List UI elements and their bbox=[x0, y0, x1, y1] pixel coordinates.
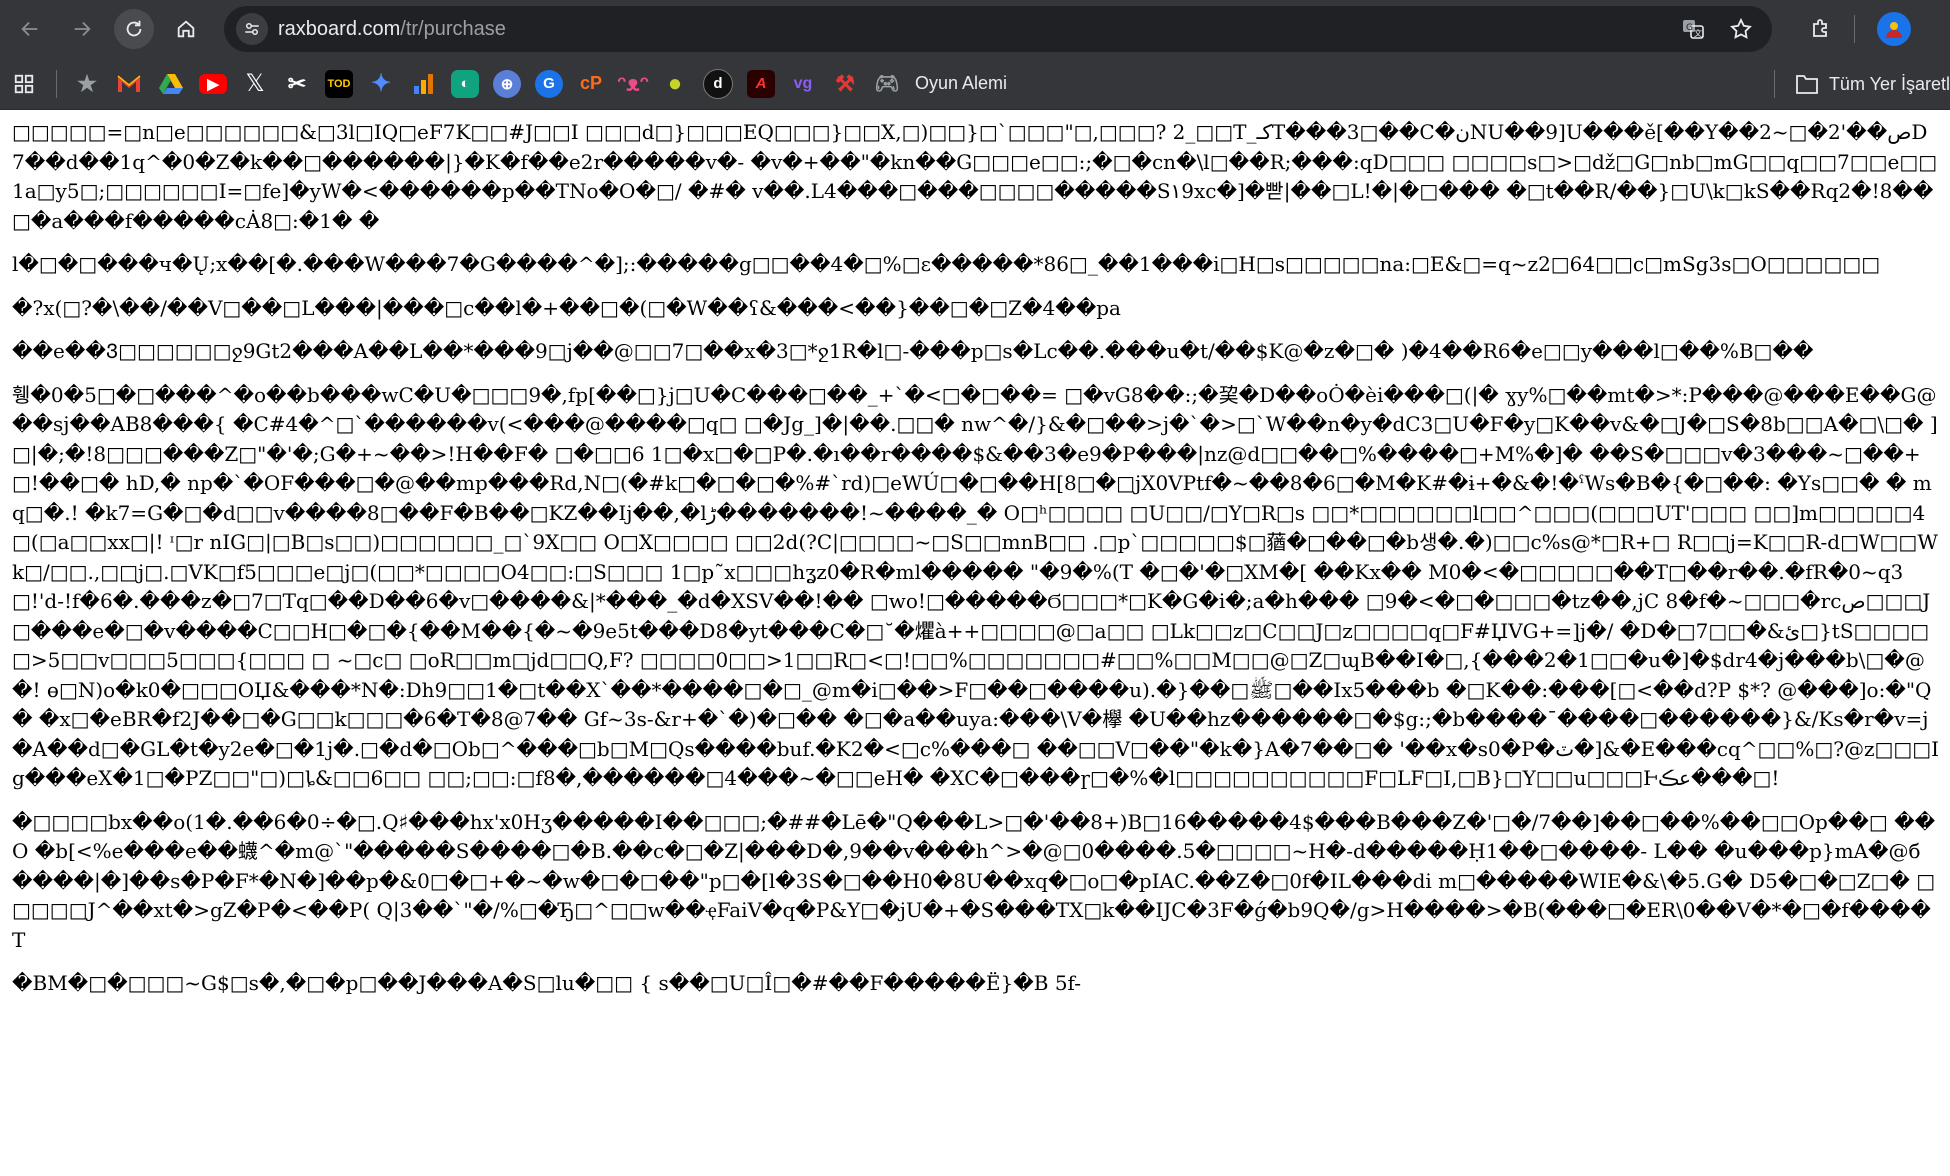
browser-chrome: raxboard.com/tr/purchase G文 ★ ▶ 𝕏 ✂ TOD … bbox=[0, 0, 1950, 110]
arrow-right-icon bbox=[74, 21, 91, 37]
url-path: /tr/purchase bbox=[400, 17, 506, 40]
svg-text:文: 文 bbox=[1694, 28, 1702, 38]
gamepad-icon[interactable]: 🎮︎ bbox=[873, 70, 901, 98]
home-icon bbox=[177, 20, 195, 38]
d-circle-icon[interactable]: d bbox=[703, 68, 733, 99]
all-bookmarks[interactable]: Tüm Yer İşaretl bbox=[1773, 58, 1950, 110]
youtube-icon[interactable]: ▶ bbox=[199, 73, 227, 94]
profile-avatar[interactable] bbox=[1877, 12, 1911, 46]
analytics-icon[interactable] bbox=[409, 70, 437, 98]
globe-icon[interactable]: ⊕ bbox=[493, 69, 521, 98]
page-content: □□□□□=□n□e□□□□□□&□3l□IQ□eF7K□□#J□□I □□□d… bbox=[0, 110, 1950, 1168]
smile-icon[interactable]: ᵔᴥᵔ bbox=[617, 70, 649, 98]
url-text[interactable]: raxboard.com/tr/purchase bbox=[278, 18, 1662, 41]
apps-grid-icon[interactable] bbox=[10, 70, 38, 98]
address-bar[interactable]: raxboard.com/tr/purchase G文 bbox=[224, 6, 1772, 52]
tod-icon[interactable]: TOD bbox=[325, 69, 353, 98]
brush-icon[interactable]: ⚒ bbox=[831, 70, 859, 98]
bookmarks-divider bbox=[56, 69, 57, 98]
toolbar-divider bbox=[1854, 15, 1855, 43]
folder-icon bbox=[1796, 75, 1818, 94]
cp-icon[interactable]: cP bbox=[577, 70, 605, 98]
forward-button[interactable] bbox=[62, 9, 102, 49]
lemon-icon[interactable]: ● bbox=[661, 70, 689, 98]
garbled-text-paragraph: l�□�□���ч�Ų;x��[�.���W���7�G����^�];:���… bbox=[12, 252, 1881, 276]
star-icon[interactable]: ★ bbox=[73, 70, 101, 98]
tune-icon bbox=[245, 23, 259, 35]
garbled-text-paragraph: □□□□□=□n□e□□□□□□&□3l□IQ□eF7K□□#J□□I □□□d… bbox=[12, 120, 1938, 233]
reload-icon bbox=[126, 20, 142, 37]
svg-text:G: G bbox=[1686, 23, 1693, 33]
profile-icon bbox=[1886, 22, 1902, 38]
a-red-icon[interactable]: A bbox=[747, 69, 775, 98]
site-info-button[interactable] bbox=[236, 13, 268, 45]
bookmark-star-button[interactable] bbox=[1724, 12, 1758, 46]
translate-button[interactable]: G文 bbox=[1676, 12, 1710, 46]
garbled-text-paragraph: �□□□□bx��o(1�.��6�0÷�□.Q♯���hx'x0Hʒ�����… bbox=[12, 809, 1936, 952]
puzzle-icon bbox=[1813, 19, 1827, 37]
gemini-icon[interactable]: ✦ bbox=[367, 70, 395, 98]
chat-bubble-icon[interactable]: ◐ bbox=[451, 69, 479, 98]
reload-button[interactable] bbox=[114, 9, 154, 49]
garbled-text-paragraph: ��e��Ვ□□□□□□ջ9Gt2���A��L��*���9□j��@□□7□… bbox=[12, 339, 1814, 363]
garbled-text-paragraph: �?x(□?�\��/��V□��□L���|���□c��l�+��□�(□�… bbox=[12, 295, 1121, 320]
url-host: raxboard.com bbox=[278, 17, 401, 40]
garbled-text-paragraph: 휑�0�5□�□���^�o��b���wC�U�□□□9�,fp[��□}j□… bbox=[12, 382, 1940, 791]
scissors-icon[interactable]: ✂ bbox=[283, 70, 311, 98]
gmail-icon[interactable] bbox=[115, 70, 143, 98]
extensions-button[interactable] bbox=[1804, 12, 1838, 46]
garbled-text-paragraph: �BM�□�□□□~G$□s�,�□�p□��J���A�S□lu�□□ { s… bbox=[12, 971, 1081, 995]
google-drive-icon[interactable] bbox=[157, 70, 185, 98]
toolbar-right bbox=[1790, 12, 1911, 46]
bookmark-oyun-alemi[interactable]: Oyun Alemi bbox=[915, 73, 1007, 94]
all-bookmarks-divider bbox=[1773, 70, 1775, 98]
g-circle-icon[interactable]: G bbox=[535, 69, 563, 98]
star-outline-icon bbox=[1730, 17, 1752, 39]
arrow-left-icon bbox=[21, 21, 38, 37]
vg-icon[interactable]: vg bbox=[789, 70, 817, 98]
browser-toolbar: raxboard.com/tr/purchase G文 bbox=[0, 0, 1950, 58]
all-bookmarks-label: Tüm Yer İşaretl bbox=[1828, 73, 1950, 94]
translate-icon: G文 bbox=[1683, 20, 1704, 39]
x-twitter-icon[interactable]: 𝕏 bbox=[241, 70, 269, 98]
back-button[interactable] bbox=[10, 9, 50, 49]
bookmarks-bar: ★ ▶ 𝕏 ✂ TOD ✦ ◐ ⊕ G cP ᵔᴥᵔ ● d A vg ⚒ 🎮︎… bbox=[0, 58, 1950, 110]
home-button[interactable] bbox=[166, 9, 206, 49]
